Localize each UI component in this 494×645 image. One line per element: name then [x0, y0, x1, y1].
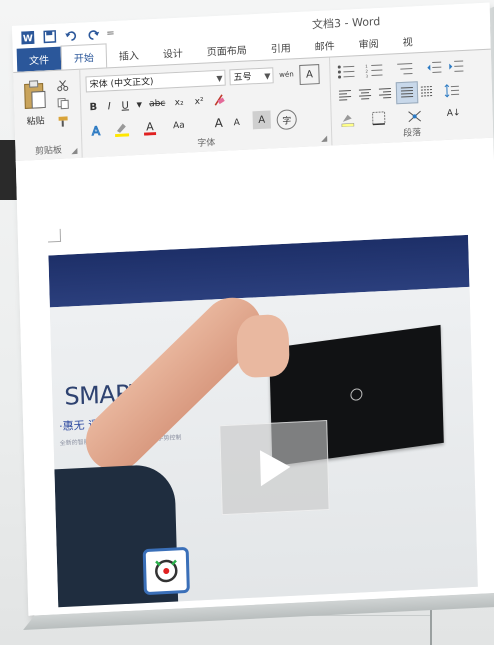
- align-left-icon[interactable]: [336, 86, 354, 105]
- line-spacing-icon[interactable]: [442, 81, 462, 100]
- redo-icon[interactable]: [86, 27, 100, 42]
- format-painter-icon[interactable]: [56, 114, 70, 129]
- bold-button[interactable]: B: [86, 99, 100, 116]
- character-border-label: A: [305, 68, 314, 81]
- chevron-down-icon: ▼: [264, 71, 271, 81]
- phonetic-guide-button[interactable]: wén: [277, 65, 295, 84]
- shading-icon[interactable]: [337, 110, 359, 129]
- copy-icon[interactable]: [56, 96, 70, 111]
- font-name-value: 宋体 (中文正文): [89, 77, 154, 91]
- play-icon: [259, 450, 291, 487]
- word-window: W = 文档3 - Word 文件 开始 插入 设计 页面布局 引用 邮件 审阅…: [12, 1, 494, 631]
- svg-text:A: A: [146, 120, 154, 133]
- window-title: 文档3 - Word: [311, 15, 381, 32]
- clear-formatting-icon[interactable]: [210, 91, 228, 110]
- strikethrough-button[interactable]: abc: [146, 95, 168, 112]
- tab-home[interactable]: 开始: [60, 43, 108, 70]
- tab-view[interactable]: 视: [390, 29, 425, 54]
- enclose-characters-button[interactable]: 字: [276, 109, 297, 131]
- document-canvas[interactable]: SMART TV ·惠无 遥手随心 全新的智能电视操作系统与体验 通过手势控制: [15, 137, 494, 616]
- distributed-icon[interactable]: [418, 82, 436, 101]
- font-color-icon[interactable]: A: [139, 118, 161, 137]
- save-icon[interactable]: [42, 29, 56, 44]
- increase-indent-icon[interactable]: [447, 57, 465, 76]
- tab-layout[interactable]: 页面布局: [194, 37, 259, 63]
- clipboard-group: 粘贴 剪贴板 ◢: [13, 69, 83, 161]
- tab-review[interactable]: 审阅: [346, 31, 391, 56]
- smart-logo-icon: [142, 546, 190, 596]
- clipboard-launcher-icon[interactable]: ◢: [71, 146, 77, 155]
- shrink-font-button[interactable]: A: [229, 114, 245, 133]
- tab-insert[interactable]: 插入: [107, 42, 152, 67]
- tab-design[interactable]: 设计: [151, 40, 196, 65]
- svg-text:A: A: [92, 124, 101, 138]
- hand-shape: [236, 313, 290, 379]
- tab-file[interactable]: 文件: [16, 46, 62, 72]
- numbering-icon[interactable]: 123: [363, 61, 385, 80]
- margin-corner-mark: [47, 228, 62, 243]
- asian-layout-icon[interactable]: [402, 107, 426, 126]
- phonetic-guide-label: wén: [279, 70, 294, 79]
- font-group: 宋体 (中文正文) ▼ 五号 ▼ wén A B I U ▼ abc x₂ x²…: [79, 57, 333, 158]
- change-case-button[interactable]: Aa: [167, 116, 191, 135]
- word-window-wrapper: W = 文档3 - Word 文件 开始 插入 设计 页面布局 引用 邮件 审阅…: [0, 0, 494, 645]
- tab-mailings[interactable]: 邮件: [302, 33, 347, 58]
- subscript-button[interactable]: x₂: [170, 94, 188, 111]
- font-name-dropdown[interactable]: 宋体 (中文正文) ▼: [85, 69, 226, 93]
- underline-button[interactable]: U: [118, 97, 132, 114]
- justify-icon[interactable]: [395, 81, 419, 105]
- undo-icon[interactable]: [64, 28, 78, 43]
- highlight-icon[interactable]: [111, 119, 133, 138]
- decrease-indent-icon[interactable]: [425, 58, 443, 77]
- customize-qa-button[interactable]: =: [106, 27, 115, 38]
- superscript-button[interactable]: x²: [190, 93, 208, 110]
- underline-dropdown-icon[interactable]: ▼: [136, 97, 142, 113]
- embedded-video[interactable]: SMART TV ·惠无 遥手随心 全新的智能电视操作系统与体验 通过手势控制: [48, 234, 478, 608]
- font-size-value: 五号: [233, 72, 252, 84]
- paste-icon[interactable]: [19, 77, 50, 112]
- italic-button[interactable]: I: [102, 98, 116, 115]
- chevron-down-icon: ▼: [216, 73, 223, 84]
- sort-button[interactable]: A↓: [442, 103, 465, 124]
- font-size-dropdown[interactable]: 五号 ▼: [229, 67, 274, 86]
- tab-references[interactable]: 引用: [258, 35, 303, 60]
- align-right-icon[interactable]: [376, 84, 394, 103]
- cut-icon[interactable]: [55, 78, 69, 93]
- svg-text:W: W: [22, 34, 32, 44]
- text-effects-icon[interactable]: A: [87, 121, 105, 140]
- camera-icon: [350, 387, 363, 402]
- character-border-button[interactable]: A: [299, 64, 320, 85]
- character-shading-button[interactable]: A: [252, 110, 271, 130]
- paste-button-label[interactable]: 粘贴: [20, 113, 50, 127]
- bullets-icon[interactable]: [335, 62, 357, 81]
- align-center-icon[interactable]: [356, 85, 374, 104]
- svg-text:3: 3: [365, 74, 368, 78]
- grow-font-button[interactable]: A: [211, 113, 228, 134]
- paragraph-group: 123 A↓ 段落: [329, 50, 493, 146]
- play-button[interactable]: [219, 419, 330, 516]
- borders-icon[interactable]: [364, 108, 392, 127]
- font-launcher-icon[interactable]: ◢: [321, 134, 327, 143]
- multilevel-list-icon[interactable]: [391, 59, 417, 78]
- word-icon[interactable]: W: [20, 30, 34, 45]
